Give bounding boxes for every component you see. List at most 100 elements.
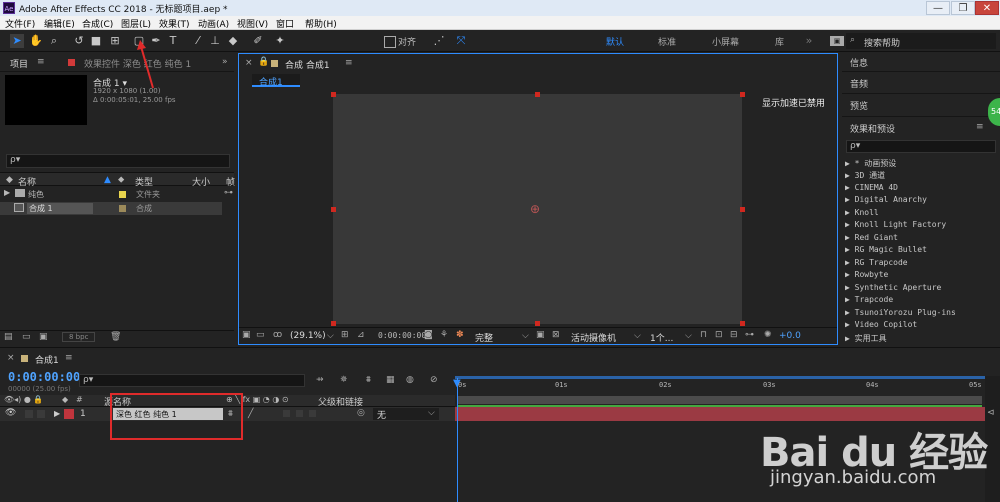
playhead-marker-icon[interactable]: ▼ [453, 378, 461, 389]
av-features-icons[interactable]: 👁◂) ● 🔒 [4, 395, 43, 404]
close-icon[interactable]: × [7, 353, 15, 363]
color-channels-icon[interactable]: ✽ [456, 330, 464, 340]
effects-category[interactable]: ▶ * 动画预设 [845, 158, 896, 169]
tag-icon[interactable]: ⬥ [118, 175, 124, 185]
magnifier-icon[interactable]: ▣ [242, 330, 251, 340]
expand-icon[interactable]: ⤧ [454, 34, 468, 48]
views-select[interactable]: 1个... [650, 331, 673, 344]
show-snapshot-icon[interactable]: ⚘ [440, 330, 448, 340]
current-time-indicator[interactable] [457, 378, 458, 502]
frame-blending-icon[interactable]: ▦ [386, 375, 395, 385]
effects-category[interactable]: ▶ Red Giant [845, 233, 898, 242]
help-search-box[interactable]: ⌕ 搜索帮助 [846, 33, 996, 49]
fast-preview-icon[interactable]: ⊡ [715, 330, 723, 340]
effects-category[interactable]: ▶ Knoll [845, 208, 879, 217]
effects-category[interactable]: ▶ Synthetic Aperture [845, 283, 941, 292]
handle-top-left[interactable] [331, 92, 336, 97]
snap-option-icon[interactable]: ⋰ [432, 34, 446, 48]
timeline-timecode[interactable]: 0:00:00:00 [8, 370, 80, 384]
close-button[interactable]: ✕ [975, 1, 999, 15]
eraser-tool-icon[interactable]: ◆ [226, 34, 240, 48]
label-column-icon[interactable]: ◆ [6, 175, 13, 185]
number-column-icon[interactable]: # [76, 395, 83, 404]
bpc-button[interactable]: 8 bpc [62, 332, 96, 342]
switch-box[interactable] [309, 410, 316, 417]
maximize-button[interactable]: ❐ [951, 1, 975, 15]
snap-checkbox[interactable] [384, 36, 396, 48]
workspace-small-screen[interactable]: 小屏幕 [712, 35, 739, 48]
chevron-down-icon[interactable]: ⌵ [327, 331, 334, 341]
handle-top-right[interactable] [740, 92, 745, 97]
column-frame[interactable]: 帧 [226, 175, 235, 188]
new-folder-icon[interactable]: ▭ [22, 332, 31, 342]
layer-label-swatch[interactable] [64, 409, 74, 419]
roto-brush-tool-icon[interactable]: ✐ [251, 34, 265, 48]
effects-category[interactable]: ▶ RG Magic Bullet [845, 245, 927, 254]
label-column-icon[interactable]: ◆ [62, 395, 68, 404]
motion-blur-icon[interactable]: ◍ [406, 375, 414, 385]
handle-bottom-middle[interactable] [535, 321, 540, 326]
label-swatch-yellow[interactable] [119, 191, 126, 198]
switch-box[interactable] [283, 410, 290, 417]
effects-category[interactable]: ▶ RG Trapcode [845, 258, 908, 267]
switch-box[interactable] [296, 410, 303, 417]
exposure-icon[interactable]: ✺ [764, 330, 772, 340]
anchor-point-icon[interactable]: ⊕ [530, 202, 540, 216]
puppet-tool-icon[interactable]: ✦ [273, 34, 287, 48]
effects-category[interactable]: ▶ CINEMA 4D [845, 183, 898, 192]
zoom-tool-icon[interactable]: ⌕ [47, 34, 61, 48]
panel-overflow-icon[interactable]: » [222, 57, 228, 67]
comp-timecode[interactable]: 0:00:00:00 [378, 331, 426, 340]
work-area-bar[interactable] [458, 396, 982, 404]
effects-category[interactable]: ▶ Rowbyte [845, 270, 888, 279]
panel-audio[interactable]: 音频 [850, 77, 868, 90]
eye-icon[interactable]: 👁 [5, 408, 16, 418]
workspace-default[interactable]: 默认 [606, 35, 624, 48]
flowchart-icon[interactable]: ⊶ [224, 188, 233, 198]
expand-arrow-icon[interactable]: ▶ [54, 409, 60, 418]
monitor-icon[interactable]: ▭ [256, 330, 265, 340]
menu-edit[interactable]: 编辑(E) [44, 17, 75, 30]
menu-composition[interactable]: 合成(C) [82, 17, 113, 30]
brush-tool-icon[interactable]: ⁄ [191, 34, 205, 48]
chevron-down-icon[interactable]: ⌵ [634, 331, 641, 341]
handle-bottom-left[interactable] [331, 321, 336, 326]
quality-switch-icon[interactable]: ╱ [248, 409, 253, 419]
time-navigator[interactable] [455, 376, 985, 379]
delete-icon[interactable]: 🗑 [110, 332, 121, 342]
toggle-pixel-aspect-icon[interactable]: ⊓ [700, 330, 707, 340]
rotate-tool-icon[interactable]: ↺ [72, 34, 86, 48]
effects-category[interactable]: ▶ 实用工具 [845, 333, 887, 344]
comp-subtab[interactable]: 合成1 [252, 74, 300, 88]
effects-category[interactable]: ▶ Knoll Light Factory [845, 220, 946, 229]
transparency-grid-icon[interactable]: ⊠ [552, 330, 560, 340]
effects-category[interactable]: ▶ TsunoiYorozu Plug-ins [845, 308, 956, 317]
layer-duration-bar[interactable] [455, 407, 985, 421]
handle-middle-right[interactable] [740, 207, 745, 212]
label-swatch-sandstone[interactable] [119, 205, 126, 212]
effects-menu-icon[interactable]: ≡ [976, 122, 984, 132]
column-name[interactable]: 名称 [18, 175, 36, 188]
handle-bottom-right[interactable] [740, 321, 745, 326]
time-ruler[interactable]: 0s 01s 02s 03s 04s 05s [455, 376, 985, 394]
tab-project[interactable]: 项目 [10, 57, 28, 70]
text-tool-icon[interactable]: T [166, 34, 180, 48]
camera-select[interactable]: 活动摄像机 [571, 331, 616, 344]
audio-toggle[interactable] [25, 410, 33, 418]
effects-category[interactable]: ▶ Trapcode [845, 295, 893, 304]
graph-editor-icon[interactable]: ⊘ [430, 375, 438, 385]
mask-visibility-icon[interactable]: ⊿ [357, 330, 365, 340]
menu-layer[interactable]: 图层(L) [121, 17, 151, 30]
tab-timeline[interactable]: 合成1 [35, 353, 59, 366]
handle-middle-left[interactable] [331, 207, 336, 212]
effects-category[interactable]: ▶ 3D 通道 [845, 170, 885, 181]
menu-help[interactable]: 帮助(H) [305, 17, 337, 30]
interpret-footage-icon[interactable]: ▤ [4, 332, 13, 342]
effects-search-input[interactable]: ρ▾ [846, 140, 996, 153]
comp-mini-flowchart-icon[interactable]: ⇸ [316, 375, 324, 385]
workspace-switch-icon[interactable]: ▣ [830, 36, 844, 46]
zoom-level[interactable]: (29.1%) [290, 331, 326, 341]
resolution-select[interactable]: 完整 [475, 331, 493, 344]
close-icon[interactable]: × [245, 58, 253, 68]
panel-preview[interactable]: 预览 [850, 99, 868, 112]
